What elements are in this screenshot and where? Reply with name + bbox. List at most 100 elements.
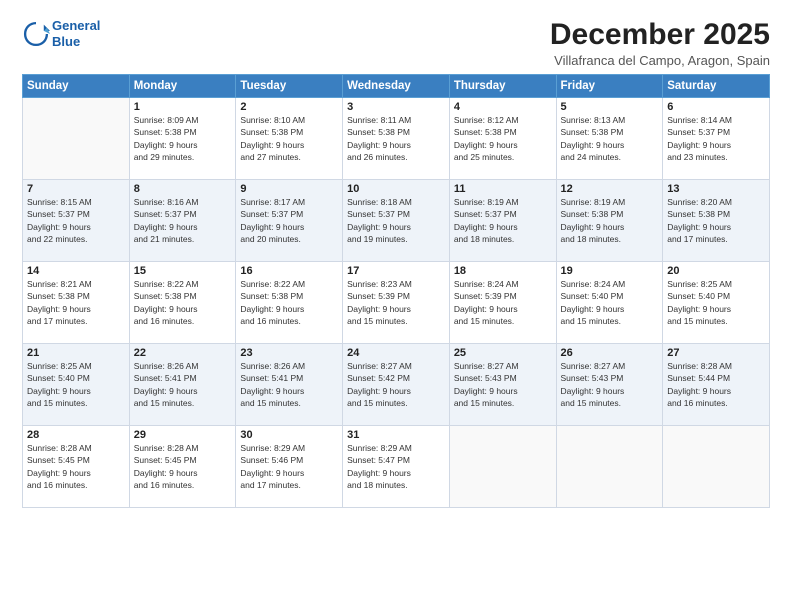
calendar-cell: 24Sunrise: 8:27 AM Sunset: 5:42 PM Dayli…	[343, 344, 450, 426]
calendar-cell: 17Sunrise: 8:23 AM Sunset: 5:39 PM Dayli…	[343, 262, 450, 344]
month-title: December 2025	[550, 18, 770, 52]
calendar-cell: 9Sunrise: 8:17 AM Sunset: 5:37 PM Daylig…	[236, 180, 343, 262]
day-number: 20	[667, 265, 765, 277]
calendar-cell: 12Sunrise: 8:19 AM Sunset: 5:38 PM Dayli…	[556, 180, 663, 262]
day-info: Sunrise: 8:26 AM Sunset: 5:41 PM Dayligh…	[240, 360, 338, 409]
day-number: 5	[561, 101, 659, 113]
day-number: 30	[240, 429, 338, 441]
day-info: Sunrise: 8:15 AM Sunset: 5:37 PM Dayligh…	[27, 196, 125, 245]
calendar-cell	[663, 426, 770, 508]
day-info: Sunrise: 8:27 AM Sunset: 5:42 PM Dayligh…	[347, 360, 445, 409]
calendar-cell: 10Sunrise: 8:18 AM Sunset: 5:37 PM Dayli…	[343, 180, 450, 262]
day-info: Sunrise: 8:12 AM Sunset: 5:38 PM Dayligh…	[454, 114, 552, 163]
calendar-cell: 28Sunrise: 8:28 AM Sunset: 5:45 PM Dayli…	[23, 426, 130, 508]
weekday-header-tuesday: Tuesday	[236, 75, 343, 98]
calendar-cell: 25Sunrise: 8:27 AM Sunset: 5:43 PM Dayli…	[449, 344, 556, 426]
subtitle: Villafranca del Campo, Aragon, Spain	[550, 53, 770, 68]
day-number: 24	[347, 347, 445, 359]
day-info: Sunrise: 8:28 AM Sunset: 5:45 PM Dayligh…	[27, 442, 125, 491]
calendar-cell: 19Sunrise: 8:24 AM Sunset: 5:40 PM Dayli…	[556, 262, 663, 344]
day-info: Sunrise: 8:19 AM Sunset: 5:37 PM Dayligh…	[454, 196, 552, 245]
day-number: 12	[561, 183, 659, 195]
calendar-cell	[449, 426, 556, 508]
day-info: Sunrise: 8:10 AM Sunset: 5:38 PM Dayligh…	[240, 114, 338, 163]
weekday-header-row: SundayMondayTuesdayWednesdayThursdayFrid…	[23, 75, 770, 98]
day-info: Sunrise: 8:21 AM Sunset: 5:38 PM Dayligh…	[27, 278, 125, 327]
day-info: Sunrise: 8:14 AM Sunset: 5:37 PM Dayligh…	[667, 114, 765, 163]
day-number: 9	[240, 183, 338, 195]
day-number: 31	[347, 429, 445, 441]
day-info: Sunrise: 8:19 AM Sunset: 5:38 PM Dayligh…	[561, 196, 659, 245]
day-number: 16	[240, 265, 338, 277]
calendar-cell: 5Sunrise: 8:13 AM Sunset: 5:38 PM Daylig…	[556, 98, 663, 180]
calendar-cell: 16Sunrise: 8:22 AM Sunset: 5:38 PM Dayli…	[236, 262, 343, 344]
day-info: Sunrise: 8:27 AM Sunset: 5:43 PM Dayligh…	[561, 360, 659, 409]
day-number: 4	[454, 101, 552, 113]
week-row-3: 14Sunrise: 8:21 AM Sunset: 5:38 PM Dayli…	[23, 262, 770, 344]
calendar-cell: 13Sunrise: 8:20 AM Sunset: 5:38 PM Dayli…	[663, 180, 770, 262]
calendar-cell	[23, 98, 130, 180]
day-number: 15	[134, 265, 232, 277]
weekday-header-thursday: Thursday	[449, 75, 556, 98]
calendar-cell: 15Sunrise: 8:22 AM Sunset: 5:38 PM Dayli…	[129, 262, 236, 344]
day-info: Sunrise: 8:23 AM Sunset: 5:39 PM Dayligh…	[347, 278, 445, 327]
calendar-cell: 21Sunrise: 8:25 AM Sunset: 5:40 PM Dayli…	[23, 344, 130, 426]
day-info: Sunrise: 8:25 AM Sunset: 5:40 PM Dayligh…	[27, 360, 125, 409]
day-info: Sunrise: 8:11 AM Sunset: 5:38 PM Dayligh…	[347, 114, 445, 163]
logo-line1: General	[52, 18, 100, 34]
calendar-cell: 26Sunrise: 8:27 AM Sunset: 5:43 PM Dayli…	[556, 344, 663, 426]
day-number: 3	[347, 101, 445, 113]
day-info: Sunrise: 8:09 AM Sunset: 5:38 PM Dayligh…	[134, 114, 232, 163]
day-info: Sunrise: 8:22 AM Sunset: 5:38 PM Dayligh…	[134, 278, 232, 327]
day-info: Sunrise: 8:26 AM Sunset: 5:41 PM Dayligh…	[134, 360, 232, 409]
calendar-cell: 23Sunrise: 8:26 AM Sunset: 5:41 PM Dayli…	[236, 344, 343, 426]
logo-line2: Blue	[52, 34, 100, 50]
day-info: Sunrise: 8:25 AM Sunset: 5:40 PM Dayligh…	[667, 278, 765, 327]
calendar-cell: 3Sunrise: 8:11 AM Sunset: 5:38 PM Daylig…	[343, 98, 450, 180]
calendar-cell	[556, 426, 663, 508]
calendar-cell: 1Sunrise: 8:09 AM Sunset: 5:38 PM Daylig…	[129, 98, 236, 180]
week-row-5: 28Sunrise: 8:28 AM Sunset: 5:45 PM Dayli…	[23, 426, 770, 508]
day-info: Sunrise: 8:24 AM Sunset: 5:40 PM Dayligh…	[561, 278, 659, 327]
day-number: 23	[240, 347, 338, 359]
day-info: Sunrise: 8:22 AM Sunset: 5:38 PM Dayligh…	[240, 278, 338, 327]
weekday-header-monday: Monday	[129, 75, 236, 98]
day-number: 28	[27, 429, 125, 441]
day-info: Sunrise: 8:27 AM Sunset: 5:43 PM Dayligh…	[454, 360, 552, 409]
calendar-cell: 4Sunrise: 8:12 AM Sunset: 5:38 PM Daylig…	[449, 98, 556, 180]
calendar-cell: 11Sunrise: 8:19 AM Sunset: 5:37 PM Dayli…	[449, 180, 556, 262]
day-number: 27	[667, 347, 765, 359]
weekday-header-wednesday: Wednesday	[343, 75, 450, 98]
day-number: 7	[27, 183, 125, 195]
header: General Blue December 2025 Villafranca d…	[22, 18, 770, 68]
calendar-cell: 20Sunrise: 8:25 AM Sunset: 5:40 PM Dayli…	[663, 262, 770, 344]
calendar-cell: 18Sunrise: 8:24 AM Sunset: 5:39 PM Dayli…	[449, 262, 556, 344]
day-number: 13	[667, 183, 765, 195]
week-row-1: 1Sunrise: 8:09 AM Sunset: 5:38 PM Daylig…	[23, 98, 770, 180]
day-info: Sunrise: 8:28 AM Sunset: 5:44 PM Dayligh…	[667, 360, 765, 409]
day-number: 22	[134, 347, 232, 359]
day-number: 8	[134, 183, 232, 195]
day-number: 26	[561, 347, 659, 359]
day-number: 14	[27, 265, 125, 277]
day-info: Sunrise: 8:17 AM Sunset: 5:37 PM Dayligh…	[240, 196, 338, 245]
weekday-header-friday: Friday	[556, 75, 663, 98]
day-info: Sunrise: 8:20 AM Sunset: 5:38 PM Dayligh…	[667, 196, 765, 245]
day-info: Sunrise: 8:29 AM Sunset: 5:47 PM Dayligh…	[347, 442, 445, 491]
calendar-cell: 22Sunrise: 8:26 AM Sunset: 5:41 PM Dayli…	[129, 344, 236, 426]
day-number: 11	[454, 183, 552, 195]
day-number: 10	[347, 183, 445, 195]
day-info: Sunrise: 8:18 AM Sunset: 5:37 PM Dayligh…	[347, 196, 445, 245]
day-number: 19	[561, 265, 659, 277]
title-block: December 2025 Villafranca del Campo, Ara…	[550, 18, 770, 68]
calendar-cell: 7Sunrise: 8:15 AM Sunset: 5:37 PM Daylig…	[23, 180, 130, 262]
day-number: 29	[134, 429, 232, 441]
weekday-header-sunday: Sunday	[23, 75, 130, 98]
page: General Blue December 2025 Villafranca d…	[0, 0, 792, 612]
calendar-cell: 30Sunrise: 8:29 AM Sunset: 5:46 PM Dayli…	[236, 426, 343, 508]
day-number: 18	[454, 265, 552, 277]
day-info: Sunrise: 8:13 AM Sunset: 5:38 PM Dayligh…	[561, 114, 659, 163]
day-number: 25	[454, 347, 552, 359]
day-info: Sunrise: 8:16 AM Sunset: 5:37 PM Dayligh…	[134, 196, 232, 245]
day-number: 2	[240, 101, 338, 113]
